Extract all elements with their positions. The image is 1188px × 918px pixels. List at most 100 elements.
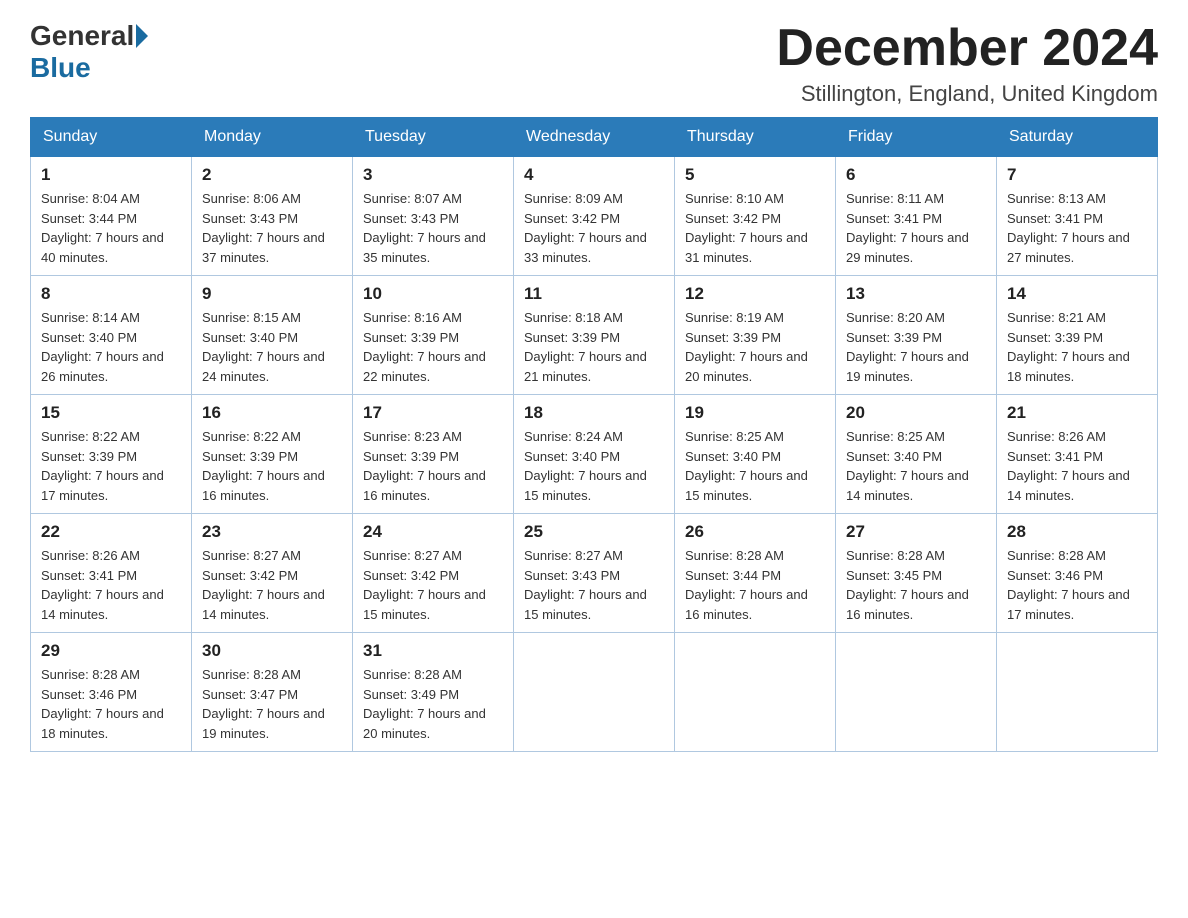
day-number: 20 bbox=[846, 403, 986, 423]
day-number: 14 bbox=[1007, 284, 1147, 304]
calendar-day-cell: 30 Sunrise: 8:28 AMSunset: 3:47 PMDaylig… bbox=[192, 633, 353, 752]
day-number: 25 bbox=[524, 522, 664, 542]
calendar-body: 1 Sunrise: 8:04 AMSunset: 3:44 PMDayligh… bbox=[31, 157, 1158, 752]
day-info: Sunrise: 8:23 AMSunset: 3:39 PMDaylight:… bbox=[363, 429, 486, 503]
day-number: 3 bbox=[363, 165, 503, 185]
day-number: 22 bbox=[41, 522, 181, 542]
day-info: Sunrise: 8:26 AMSunset: 3:41 PMDaylight:… bbox=[41, 548, 164, 622]
day-info: Sunrise: 8:24 AMSunset: 3:40 PMDaylight:… bbox=[524, 429, 647, 503]
day-number: 17 bbox=[363, 403, 503, 423]
calendar-header: Sunday Monday Tuesday Wednesday Thursday… bbox=[31, 118, 1158, 157]
day-info: Sunrise: 8:28 AMSunset: 3:46 PMDaylight:… bbox=[41, 667, 164, 741]
day-number: 8 bbox=[41, 284, 181, 304]
day-number: 16 bbox=[202, 403, 342, 423]
header-sunday: Sunday bbox=[31, 118, 192, 157]
day-info: Sunrise: 8:06 AMSunset: 3:43 PMDaylight:… bbox=[202, 191, 325, 265]
calendar-day-cell: 26 Sunrise: 8:28 AMSunset: 3:44 PMDaylig… bbox=[675, 514, 836, 633]
header-thursday: Thursday bbox=[675, 118, 836, 157]
calendar-day-cell: 7 Sunrise: 8:13 AMSunset: 3:41 PMDayligh… bbox=[997, 157, 1158, 276]
day-number: 2 bbox=[202, 165, 342, 185]
day-info: Sunrise: 8:28 AMSunset: 3:46 PMDaylight:… bbox=[1007, 548, 1130, 622]
day-info: Sunrise: 8:25 AMSunset: 3:40 PMDaylight:… bbox=[685, 429, 808, 503]
day-number: 6 bbox=[846, 165, 986, 185]
calendar-table: Sunday Monday Tuesday Wednesday Thursday… bbox=[30, 117, 1158, 752]
day-number: 13 bbox=[846, 284, 986, 304]
calendar-day-cell bbox=[675, 633, 836, 752]
header-tuesday: Tuesday bbox=[353, 118, 514, 157]
day-info: Sunrise: 8:07 AMSunset: 3:43 PMDaylight:… bbox=[363, 191, 486, 265]
day-info: Sunrise: 8:28 AMSunset: 3:47 PMDaylight:… bbox=[202, 667, 325, 741]
calendar-day-cell: 2 Sunrise: 8:06 AMSunset: 3:43 PMDayligh… bbox=[192, 157, 353, 276]
calendar-day-cell: 23 Sunrise: 8:27 AMSunset: 3:42 PMDaylig… bbox=[192, 514, 353, 633]
calendar-day-cell: 15 Sunrise: 8:22 AMSunset: 3:39 PMDaylig… bbox=[31, 395, 192, 514]
calendar-day-cell: 21 Sunrise: 8:26 AMSunset: 3:41 PMDaylig… bbox=[997, 395, 1158, 514]
day-number: 23 bbox=[202, 522, 342, 542]
calendar-week-row: 1 Sunrise: 8:04 AMSunset: 3:44 PMDayligh… bbox=[31, 157, 1158, 276]
logo-blue-text: Blue bbox=[30, 52, 91, 84]
calendar-day-cell: 9 Sunrise: 8:15 AMSunset: 3:40 PMDayligh… bbox=[192, 276, 353, 395]
day-number: 4 bbox=[524, 165, 664, 185]
day-info: Sunrise: 8:13 AMSunset: 3:41 PMDaylight:… bbox=[1007, 191, 1130, 265]
calendar-week-row: 29 Sunrise: 8:28 AMSunset: 3:46 PMDaylig… bbox=[31, 633, 1158, 752]
header-saturday: Saturday bbox=[997, 118, 1158, 157]
day-number: 19 bbox=[685, 403, 825, 423]
day-info: Sunrise: 8:09 AMSunset: 3:42 PMDaylight:… bbox=[524, 191, 647, 265]
calendar-day-cell: 29 Sunrise: 8:28 AMSunset: 3:46 PMDaylig… bbox=[31, 633, 192, 752]
day-info: Sunrise: 8:16 AMSunset: 3:39 PMDaylight:… bbox=[363, 310, 486, 384]
logo-triangle-icon bbox=[136, 24, 148, 48]
day-number: 9 bbox=[202, 284, 342, 304]
day-number: 11 bbox=[524, 284, 664, 304]
header-monday: Monday bbox=[192, 118, 353, 157]
day-number: 26 bbox=[685, 522, 825, 542]
calendar-day-cell: 5 Sunrise: 8:10 AMSunset: 3:42 PMDayligh… bbox=[675, 157, 836, 276]
calendar-day-cell: 4 Sunrise: 8:09 AMSunset: 3:42 PMDayligh… bbox=[514, 157, 675, 276]
day-info: Sunrise: 8:27 AMSunset: 3:42 PMDaylight:… bbox=[202, 548, 325, 622]
calendar-week-row: 8 Sunrise: 8:14 AMSunset: 3:40 PMDayligh… bbox=[31, 276, 1158, 395]
day-number: 7 bbox=[1007, 165, 1147, 185]
day-number: 1 bbox=[41, 165, 181, 185]
calendar-day-cell: 8 Sunrise: 8:14 AMSunset: 3:40 PMDayligh… bbox=[31, 276, 192, 395]
calendar-week-row: 15 Sunrise: 8:22 AMSunset: 3:39 PMDaylig… bbox=[31, 395, 1158, 514]
day-number: 21 bbox=[1007, 403, 1147, 423]
logo: General Blue bbox=[30, 20, 150, 84]
day-number: 12 bbox=[685, 284, 825, 304]
day-number: 10 bbox=[363, 284, 503, 304]
day-info: Sunrise: 8:28 AMSunset: 3:49 PMDaylight:… bbox=[363, 667, 486, 741]
calendar-day-cell: 28 Sunrise: 8:28 AMSunset: 3:46 PMDaylig… bbox=[997, 514, 1158, 633]
day-info: Sunrise: 8:28 AMSunset: 3:44 PMDaylight:… bbox=[685, 548, 808, 622]
day-number: 18 bbox=[524, 403, 664, 423]
day-info: Sunrise: 8:20 AMSunset: 3:39 PMDaylight:… bbox=[846, 310, 969, 384]
day-info: Sunrise: 8:11 AMSunset: 3:41 PMDaylight:… bbox=[846, 191, 969, 265]
calendar-day-cell: 20 Sunrise: 8:25 AMSunset: 3:40 PMDaylig… bbox=[836, 395, 997, 514]
calendar-day-cell: 25 Sunrise: 8:27 AMSunset: 3:43 PMDaylig… bbox=[514, 514, 675, 633]
day-info: Sunrise: 8:26 AMSunset: 3:41 PMDaylight:… bbox=[1007, 429, 1130, 503]
day-info: Sunrise: 8:22 AMSunset: 3:39 PMDaylight:… bbox=[202, 429, 325, 503]
day-number: 30 bbox=[202, 641, 342, 661]
day-number: 15 bbox=[41, 403, 181, 423]
calendar-day-cell: 12 Sunrise: 8:19 AMSunset: 3:39 PMDaylig… bbox=[675, 276, 836, 395]
day-info: Sunrise: 8:10 AMSunset: 3:42 PMDaylight:… bbox=[685, 191, 808, 265]
calendar-day-cell: 22 Sunrise: 8:26 AMSunset: 3:41 PMDaylig… bbox=[31, 514, 192, 633]
calendar-day-cell bbox=[997, 633, 1158, 752]
day-number: 27 bbox=[846, 522, 986, 542]
day-info: Sunrise: 8:19 AMSunset: 3:39 PMDaylight:… bbox=[685, 310, 808, 384]
logo-general-text: General bbox=[30, 20, 134, 52]
calendar-week-row: 22 Sunrise: 8:26 AMSunset: 3:41 PMDaylig… bbox=[31, 514, 1158, 633]
day-number: 5 bbox=[685, 165, 825, 185]
day-info: Sunrise: 8:18 AMSunset: 3:39 PMDaylight:… bbox=[524, 310, 647, 384]
calendar-day-cell: 19 Sunrise: 8:25 AMSunset: 3:40 PMDaylig… bbox=[675, 395, 836, 514]
calendar-day-cell bbox=[514, 633, 675, 752]
day-number: 28 bbox=[1007, 522, 1147, 542]
calendar-day-cell: 31 Sunrise: 8:28 AMSunset: 3:49 PMDaylig… bbox=[353, 633, 514, 752]
day-number: 24 bbox=[363, 522, 503, 542]
calendar-day-cell: 6 Sunrise: 8:11 AMSunset: 3:41 PMDayligh… bbox=[836, 157, 997, 276]
calendar-title: December 2024 bbox=[776, 20, 1158, 77]
header-wednesday: Wednesday bbox=[514, 118, 675, 157]
day-info: Sunrise: 8:27 AMSunset: 3:43 PMDaylight:… bbox=[524, 548, 647, 622]
page-header: General Blue December 2024 Stillington, … bbox=[30, 20, 1158, 107]
calendar-day-cell: 24 Sunrise: 8:27 AMSunset: 3:42 PMDaylig… bbox=[353, 514, 514, 633]
calendar-day-cell: 18 Sunrise: 8:24 AMSunset: 3:40 PMDaylig… bbox=[514, 395, 675, 514]
calendar-subtitle: Stillington, England, United Kingdom bbox=[776, 81, 1158, 107]
day-info: Sunrise: 8:15 AMSunset: 3:40 PMDaylight:… bbox=[202, 310, 325, 384]
calendar-day-cell: 11 Sunrise: 8:18 AMSunset: 3:39 PMDaylig… bbox=[514, 276, 675, 395]
